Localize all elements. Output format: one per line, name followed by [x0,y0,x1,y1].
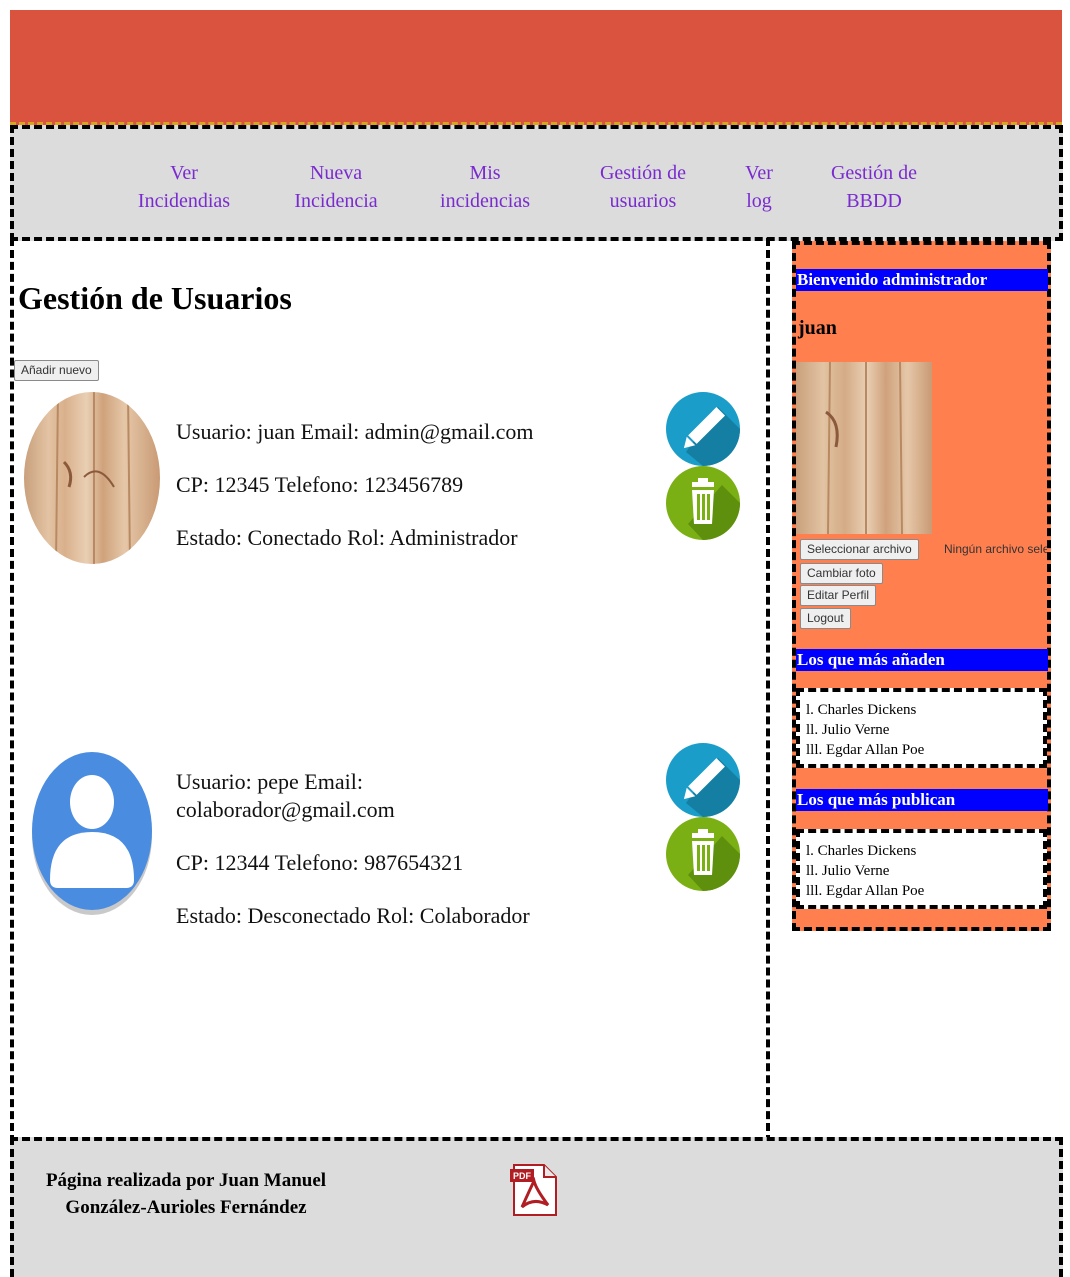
pencil-icon [683,407,740,466]
nav-ver-log[interactable]: Ver log [734,159,784,215]
user-cp-phone: CP: 12345 Telefono: 123456789 [176,472,464,497]
top-adders-list: l. Charles Dickens ll. Julio Verne lll. … [796,688,1047,768]
logout-button[interactable]: Logout [800,608,851,629]
nav-gestion-bbdd[interactable]: Gestión de BBDD [814,159,934,215]
user-sidebar: Bienvenido administrador juan Selecciona… [792,241,1051,931]
delete-user-button[interactable] [666,817,740,891]
top-publishers-heading: Los que más publican [796,789,1048,811]
trash-icon [688,829,740,891]
page-title: Gestión de Usuarios [18,280,292,316]
delete-user-button[interactable] [666,466,740,540]
list-item: l. Charles Dickens [806,702,917,718]
add-user-button[interactable]: Añadir nuevo [14,360,99,381]
user-avatar-wood [24,392,160,564]
user-status-role: Estado: Conectado Rol: Administrador [176,525,518,550]
nav-nueva-incidencia[interactable]: Nueva Incidencia [276,159,396,215]
user-card: Usuario: pepe Email: colaborador@gmail.c… [14,738,764,938]
wood-texture-icon [55,392,131,564]
user-card: Usuario: juan Email: admin@gmail.com CP:… [14,386,764,586]
user-silhouette-icon [50,775,134,888]
nav-ver-incidencias[interactable]: Ver Incidendias [124,159,244,215]
top-publishers-list: l. Charles Dickens ll. Julio Verne lll. … [796,829,1047,909]
list-item: lll. Egdar Allan Poe [806,883,925,899]
select-file-button[interactable]: Seleccionar archivo [800,539,919,560]
user-cp-phone: CP: 12344 Telefono: 987654321 [176,850,464,875]
main-content: Gestión de Usuarios Añadir nuevo Usuario… [10,238,770,1143]
sidebar-username: juan [798,317,837,339]
trash-icon [688,478,740,540]
user-status-role: Estado: Desconectado Rol: Colaborador [176,903,530,928]
profile-photo [796,361,932,535]
edit-user-button[interactable] [666,743,740,817]
page-footer: Página realizada por Juan Manuel Gonzále… [10,1137,1063,1277]
footer-credit: Página realizada por Juan Manuel Gonzále… [45,1170,327,1218]
pdf-download-link[interactable]: PDF [508,1163,560,1217]
user-avatar-default [32,752,152,910]
list-item: lll. Egdar Allan Poe [806,742,925,758]
nav-gestion-usuarios[interactable]: Gestión de usuarios [580,159,706,215]
nav-mis-incidencias[interactable]: Mis incidencias [424,159,546,215]
change-photo-button[interactable]: Cambiar foto [800,563,883,584]
page-header-banner [10,10,1062,125]
edit-user-button[interactable] [666,392,740,466]
welcome-heading: Bienvenido administrador [796,269,1048,291]
edit-profile-button[interactable]: Editar Perfil [800,585,877,606]
pdf-icon: PDF [510,1164,557,1216]
svg-text:PDF: PDF [513,1171,532,1181]
list-item: l. Charles Dickens [806,843,917,859]
wood-texture-icon [825,361,903,535]
pencil-icon [683,758,740,817]
top-adders-heading: Los que más añaden [796,649,1048,671]
main-nav: Ver Incidendias Nueva Incidencia Mis inc… [10,125,1063,241]
file-status-text: Ningún archivo seleccionado [944,542,1047,556]
user-username-email: Usuario: juan Email: admin@gmail.com [176,419,534,444]
user-username-email: Usuario: pepe Email: colaborador@gmail.c… [176,769,395,822]
list-item: ll. Julio Verne [806,863,890,879]
list-item: ll. Julio Verne [806,722,890,738]
